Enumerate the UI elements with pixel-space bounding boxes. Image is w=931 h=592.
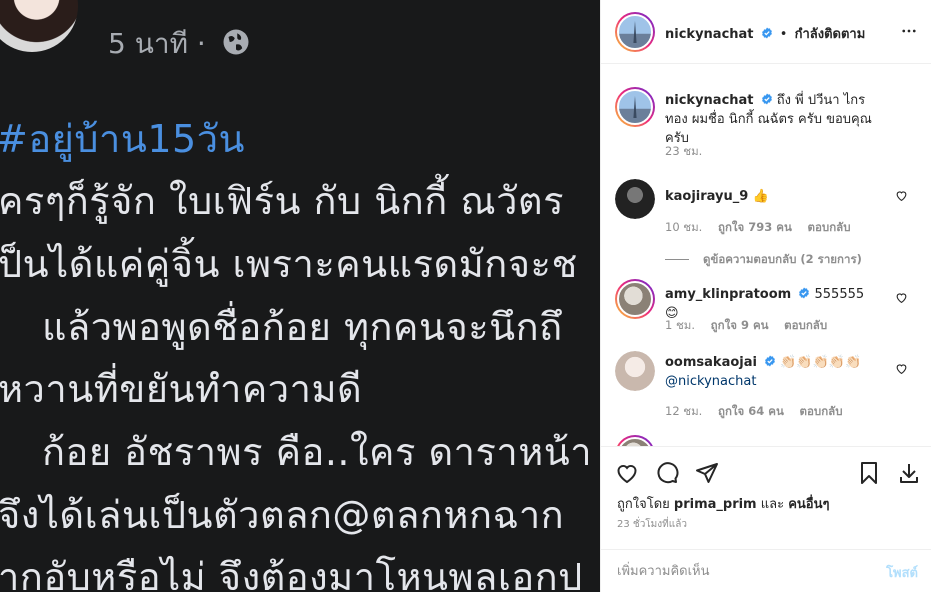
post-text-line: ากอับหรือไม่ จึงต้องมาโหนพลเอกป bbox=[0, 555, 583, 592]
download-icon[interactable] bbox=[897, 461, 921, 485]
comment-bubble-icon[interactable] bbox=[655, 461, 679, 485]
liked-by-summary: ถูกใจโดย prima_prim และ คนอื่นๆ bbox=[617, 493, 829, 514]
view-replies-button[interactable]: ดูข้อความตอบกลับ (2 รายการ) bbox=[665, 251, 862, 269]
share-paper-plane-icon[interactable] bbox=[695, 461, 719, 485]
caption-meta: 23 ชม. bbox=[665, 143, 714, 161]
commenter-avatar[interactable] bbox=[615, 279, 655, 319]
caption-avatar[interactable] bbox=[615, 87, 655, 127]
globe-icon bbox=[223, 29, 249, 55]
author-line: nickynachat • กำลังติดตาม bbox=[665, 23, 865, 44]
add-comment-bar: โพสต์ bbox=[601, 549, 931, 592]
comment-text: 👍 bbox=[752, 189, 769, 204]
verified-badge-icon bbox=[761, 93, 772, 105]
commenter-avatar[interactable] bbox=[615, 351, 655, 391]
post-sidebar: nickynachat • กำลังติดตาม nickynachat ถึ… bbox=[600, 0, 931, 592]
reply-button[interactable]: ตอบกลับ bbox=[784, 318, 827, 332]
comment-input[interactable] bbox=[617, 560, 867, 582]
caption-body: nickynachat ถึง พี่ ปวีนา ไกรทอง ผมชื่อ … bbox=[665, 91, 880, 148]
comment-meta: 1 ชม. ถูกใจ 9 คน ตอบกลับ bbox=[665, 317, 839, 335]
save-bookmark-icon[interactable] bbox=[857, 461, 881, 485]
post-text-line: ครๆก็รู้จัก ใบเฟิร์น กับ นิกกี้ ณวัตร bbox=[0, 179, 565, 223]
reply-button[interactable]: ตอบกลับ bbox=[800, 404, 843, 418]
fb-profile-avatar bbox=[0, 0, 78, 52]
post-image[interactable]: 5 นาที · #อยู่บ้าน15วัน ครๆก็รู้จัก ใบเฟ… bbox=[0, 0, 600, 592]
comment-meta: 12 ชม. ถูกใจ 64 คน ตอบกลับ bbox=[665, 403, 855, 421]
like-heart-icon[interactable] bbox=[615, 461, 639, 485]
verified-badge-icon bbox=[799, 287, 810, 299]
like-comment-heart-icon[interactable] bbox=[895, 291, 908, 304]
fb-post-meta: 5 นาที · bbox=[108, 22, 251, 66]
commenter-avatar[interactable] bbox=[615, 179, 655, 219]
reply-button[interactable]: ตอบกลับ bbox=[808, 220, 851, 234]
post-actions: ถูกใจโดย prima_prim และ คนอื่นๆ 23 ชั่วโ… bbox=[601, 446, 931, 550]
like-comment-heart-icon[interactable] bbox=[895, 189, 908, 202]
header-separator: • bbox=[779, 27, 788, 42]
comment-body: oomsakaojai 👏🏻👏🏻👏🏻👏🏻👏🏻 @nickynachat bbox=[665, 353, 880, 391]
verified-badge-icon bbox=[765, 355, 776, 367]
comment-time[interactable]: 10 ชม. bbox=[665, 220, 702, 234]
liked-by-user[interactable]: prima_prim bbox=[674, 497, 757, 512]
comment-meta: 10 ชม. ถูกใจ 793 คน ตอบกลับ bbox=[665, 219, 863, 237]
comment-time[interactable]: 12 ชม. bbox=[665, 404, 702, 418]
caption-time[interactable]: 23 ชม. bbox=[665, 144, 702, 158]
following-button[interactable]: กำลังติดตาม bbox=[795, 27, 866, 42]
caption-username[interactable]: nickynachat bbox=[665, 93, 754, 108]
liked-by-others[interactable]: คนอื่นๆ bbox=[788, 497, 829, 512]
comment-text: 👏🏻👏🏻👏🏻👏🏻👏🏻 bbox=[780, 355, 862, 370]
comment-body: kaojirayu_9 👍 bbox=[665, 187, 880, 206]
post-header: nickynachat • กำลังติดตาม bbox=[601, 0, 931, 64]
commenter-username[interactable]: oomsakaojai bbox=[665, 355, 757, 370]
post-text-line: จึงได้เล่นเป็นตัวตลก@ตลกหกฉาก bbox=[0, 493, 565, 537]
replies-divider bbox=[665, 259, 689, 260]
liked-by-prefix: ถูกใจโดย bbox=[617, 497, 670, 512]
post-timestamp[interactable]: 23 ชั่วโมงที่แล้ว bbox=[617, 517, 687, 532]
comment-time[interactable]: 1 ชม. bbox=[665, 318, 695, 332]
author-avatar[interactable] bbox=[615, 12, 655, 52]
post-text-line: ป็นได้แค่คู่จิ้น เพราะคนแรดมักจะช bbox=[0, 242, 578, 286]
verified-badge-icon bbox=[761, 27, 772, 39]
comments-list[interactable]: nickynachat ถึง พี่ ปวีนา ไกรทอง ผมชื่อ … bbox=[601, 65, 931, 446]
like-comment-heart-icon[interactable] bbox=[895, 362, 908, 375]
post-text-line: ก้อย อัชราพร คือ..ใคร ดาราหน้า bbox=[42, 430, 593, 474]
more-options-icon[interactable] bbox=[900, 22, 918, 40]
comment-likes[interactable]: ถูกใจ 793 คน bbox=[718, 220, 792, 234]
liked-by-and: และ bbox=[760, 497, 785, 512]
commenter-avatar[interactable] bbox=[615, 435, 655, 446]
post-text-line: แล้วพอพูดชื่อก้อย ทุกคนจะนึกถึ bbox=[42, 305, 563, 349]
view-replies-label: ดูข้อความตอบกลับ (2 รายการ) bbox=[703, 252, 862, 266]
post-text-line: หวานที่ขยันทำความดี bbox=[0, 367, 363, 411]
commenter-username[interactable]: kaojirayu_9 bbox=[665, 189, 748, 204]
comment-likes[interactable]: ถูกใจ 64 คน bbox=[718, 404, 784, 418]
comment-mention-link[interactable]: @nickynachat bbox=[665, 374, 756, 389]
commenter-username[interactable]: amy_klinpratoom bbox=[665, 287, 791, 302]
fb-post-time: 5 นาที · bbox=[108, 27, 206, 60]
post-text-line: #อยู่บ้าน15วัน bbox=[0, 117, 246, 161]
post-comment-button[interactable]: โพสต์ bbox=[886, 562, 918, 583]
author-username[interactable]: nickynachat bbox=[665, 27, 754, 42]
comment-likes[interactable]: ถูกใจ 9 คน bbox=[711, 318, 769, 332]
